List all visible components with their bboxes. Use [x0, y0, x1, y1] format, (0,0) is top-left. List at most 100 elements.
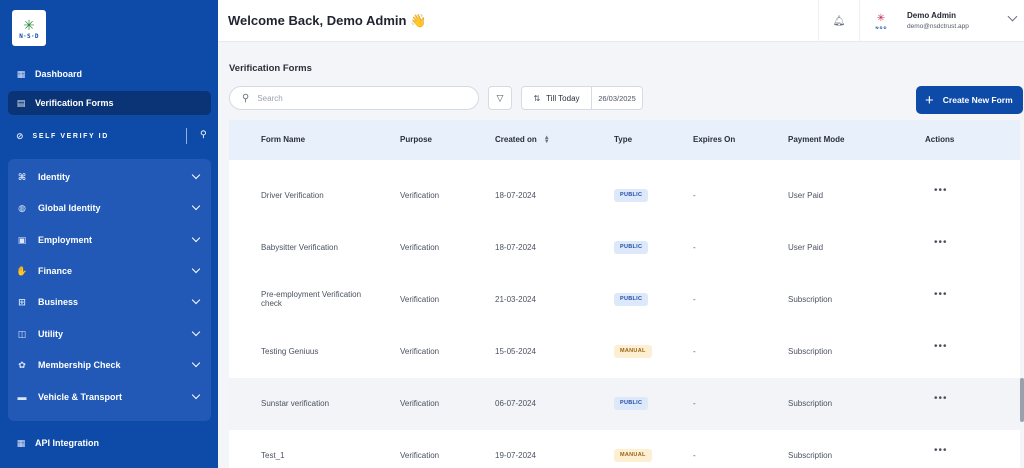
search-input[interactable]: [257, 93, 458, 103]
date-filter: ⇅ Till Today 26/03/2025: [521, 86, 643, 110]
column-header-purpose: Purpose: [400, 135, 433, 144]
avatar-text: N·S·D: [875, 24, 887, 30]
cell-purpose: Verification: [400, 451, 440, 460]
vehicle-icon: ▬: [17, 392, 27, 402]
sidebar-item-label: Verification Forms: [35, 98, 114, 108]
forms-icon: ▤: [16, 98, 26, 108]
category-label: Utility: [38, 329, 64, 339]
identity-icon: ⌘: [17, 171, 27, 182]
cell-created-on: 21-03-2024: [495, 295, 536, 304]
more-actions-icon[interactable]: •••: [934, 185, 948, 196]
till-today-label: Till Today: [546, 93, 580, 103]
sort-arrows-icon: ⇅: [533, 93, 541, 103]
notification-bell-icon[interactable]: 🔔︎: [818, 0, 860, 42]
sidebar-item-identity[interactable]: ⌘ Identity: [8, 162, 211, 192]
sidebar-item-dashboard[interactable]: ▦ Dashboard: [8, 62, 211, 86]
nsd-logo[interactable]: ✳ N·S·D: [12, 10, 46, 46]
finance-icon: ✋: [16, 265, 28, 276]
more-actions-icon[interactable]: •••: [934, 237, 948, 248]
cell-form-name: Test_1: [261, 451, 285, 460]
type-badge: PUBLIC: [614, 397, 649, 410]
cell-expires-on: -: [693, 295, 696, 304]
table-row[interactable]: Babysitter Verification Verification 18-…: [229, 222, 1020, 274]
more-actions-icon[interactable]: •••: [934, 289, 948, 300]
cell-expires-on: -: [693, 399, 696, 408]
sidebar-item-verification-forms[interactable]: ▤ Verification Forms: [8, 91, 211, 115]
sidebar-item-vehicle-transport[interactable]: ▬ Vehicle & Transport: [8, 382, 211, 412]
cell-purpose: Verification: [400, 243, 440, 252]
table-row[interactable]: Testing Geniuus Verification 15-05-2024 …: [229, 326, 1020, 378]
dashboard-icon: ▦: [16, 69, 26, 79]
category-label: Business: [38, 297, 79, 307]
cell-payment-mode: User Paid: [788, 191, 824, 200]
user-name: Demo Admin: [907, 11, 957, 20]
type-badge: MANUAL: [614, 449, 652, 462]
api-icon: ▦: [16, 438, 26, 448]
cell-created-on: 15-05-2024: [495, 347, 536, 356]
cell-form-name: Testing Geniuus: [261, 347, 319, 356]
search-box[interactable]: ⚲: [229, 86, 479, 110]
top-header: Welcome Back, Demo Admin 👋 🔔︎ ✳ N·S·D De…: [218, 0, 1024, 42]
more-actions-icon[interactable]: •••: [934, 393, 948, 404]
column-header-created-on[interactable]: Created on ▲ ▼: [495, 135, 550, 145]
table-row[interactable]: Driver Verification Verification 18-07-2…: [229, 170, 1020, 222]
sidebar-item-finance[interactable]: ✋ Finance: [8, 256, 211, 286]
create-new-form-button[interactable]: + Create New Form: [916, 86, 1023, 114]
user-menu-chevron-icon[interactable]: [1007, 11, 1018, 22]
filter-button[interactable]: ▽: [488, 86, 512, 110]
sidebar-item-membership-check[interactable]: ✿ Membership Check: [8, 350, 211, 380]
more-actions-icon[interactable]: •••: [934, 445, 948, 456]
chevron-down-icon: [191, 327, 201, 337]
sidebar-item-utility[interactable]: ◫ Utility: [8, 319, 211, 349]
cell-payment-mode: Subscription: [788, 295, 833, 304]
sidebar-item-employment[interactable]: ▣ Employment: [8, 225, 211, 255]
chevron-down-icon: [191, 201, 201, 211]
sidebar-item-business[interactable]: ⊞ Business: [8, 287, 211, 317]
cell-payment-mode: User Paid: [788, 243, 824, 252]
sidebar-item-api-integration[interactable]: ▦ API Integration: [8, 431, 211, 455]
create-button-label: Create New Form: [942, 95, 1013, 105]
cell-form-name: Babysitter Verification: [261, 243, 338, 252]
membership-icon: ✿: [18, 359, 26, 370]
chevron-down-icon: [191, 390, 201, 400]
divider: [186, 128, 187, 144]
category-label: Global Identity: [38, 203, 101, 213]
type-badge: PUBLIC: [614, 293, 649, 306]
type-badge: MANUAL: [614, 345, 652, 358]
sidebar-search-icon[interactable]: ⚲: [200, 129, 207, 140]
cell-purpose: Verification: [400, 399, 440, 408]
welcome-message: Welcome Back, Demo Admin 👋: [228, 13, 427, 28]
cell-created-on: 18-07-2024: [495, 243, 536, 252]
scrollbar[interactable]: [1020, 378, 1024, 422]
category-label: Finance: [38, 266, 73, 276]
page-title: Verification Forms: [229, 63, 312, 74]
category-label: Membership Check: [38, 360, 121, 370]
sidebar-item-global-identity[interactable]: ◍ Global Identity: [8, 193, 211, 223]
utility-icon: ◫: [17, 328, 27, 339]
avatar[interactable]: ✳ N·S·D: [870, 9, 892, 33]
table-row[interactable]: Test_1 Verification 19-07-2024 MANUAL - …: [229, 430, 1020, 468]
category-label: Vehicle & Transport: [38, 392, 123, 402]
column-header-payment-mode: Payment Mode: [788, 135, 845, 144]
cell-purpose: Verification: [400, 295, 440, 304]
column-header-type: Type: [614, 135, 633, 144]
cell-expires-on: -: [693, 243, 696, 252]
column-header-actions: Actions: [925, 135, 955, 144]
date-value[interactable]: 26/03/2025: [592, 94, 642, 103]
chevron-down-icon: [191, 170, 201, 180]
till-today-button[interactable]: ⇅ Till Today: [522, 87, 592, 109]
self-verify-section: ⊘ SELF VERIFY ID ⚲: [16, 128, 211, 144]
table-row[interactable]: Sunstar verification Verification 06-07-…: [229, 378, 1020, 430]
chevron-down-icon: [191, 295, 201, 305]
employment-icon: ▣: [17, 234, 27, 245]
chevron-down-icon: [191, 233, 201, 243]
cell-expires-on: -: [693, 191, 696, 200]
table-row[interactable]: Pre-employment Verification check Verifi…: [229, 274, 1020, 326]
sidebar: ✳ N·S·D ▦ Dashboard ▤ Verification Forms…: [0, 0, 218, 468]
more-actions-icon[interactable]: •••: [934, 341, 948, 352]
section-label: SELF VERIFY ID: [32, 132, 109, 140]
column-header-form-name: Form Name: [261, 135, 306, 144]
type-badge: PUBLIC: [614, 189, 649, 202]
sidebar-item-label: API Integration: [35, 438, 100, 448]
table-header: Form Name Purpose Created on ▲ ▼ Type Expi…: [229, 120, 1020, 160]
